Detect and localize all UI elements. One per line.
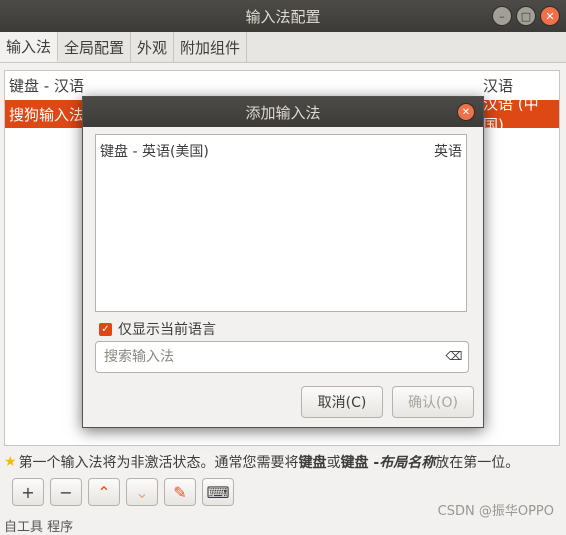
search-box[interactable]: ⌫ — [95, 341, 469, 373]
only-current-language-checkbox[interactable]: ✓ 仅显示当前语言 — [99, 319, 216, 339]
list-item-lang: 汉语 (中国) — [483, 95, 539, 134]
tab-appearance[interactable]: 外观 — [131, 32, 175, 62]
window-title: 输入法配置 — [245, 7, 321, 26]
window-controls: – □ ✕ — [492, 6, 560, 26]
hint-text: ★ 第一个输入法将为非激活状态。通常您需要将 键盘 或 键盘 - 布局名称 放在… — [4, 452, 564, 472]
hint-italic: 布局名称 — [379, 455, 436, 471]
tab-global-config[interactable]: 全局配置 — [58, 32, 132, 62]
star-icon: ★ — [4, 454, 17, 470]
hint-bold: 键盘 - — [340, 455, 380, 471]
checkmark-icon[interactable]: ✓ — [99, 322, 112, 336]
minimize-icon[interactable]: – — [492, 6, 512, 26]
list-item-name: 键盘 - 汉语 — [9, 76, 84, 95]
settings-tools-icon: ✎ — [173, 482, 187, 502]
close-icon[interactable]: ✕ — [540, 6, 560, 26]
tab-addons[interactable]: 附加组件 — [174, 32, 248, 62]
maximize-icon[interactable]: □ — [516, 6, 536, 26]
confirm-button[interactable]: 确认(O) — [392, 386, 474, 418]
dialog-title: 添加输入法 — [245, 103, 321, 122]
window-titlebar: 输入法配置 – □ ✕ — [0, 0, 566, 32]
available-methods-list[interactable]: 键盘 - 英语(美国) 英语 — [95, 134, 467, 312]
move-down-button[interactable]: ⌄ — [126, 478, 158, 506]
hint-bold: 键盘 — [298, 455, 327, 471]
add-input-method-dialog: 添加输入法 ✕ 键盘 - 英语(美国) 英语 ✓ 仅显示当前语言 ⌫ 取消(C)… — [82, 96, 484, 428]
checkbox-label: 仅显示当前语言 — [118, 322, 216, 338]
cancel-button[interactable]: 取消(C) — [301, 386, 383, 418]
configure-button[interactable]: ✎ — [164, 478, 196, 506]
list-item[interactable]: 键盘 - 英语(美国) 英语 — [100, 141, 464, 161]
remove-button[interactable]: − — [50, 478, 82, 506]
hint-part: 或 — [326, 455, 341, 471]
tab-input-method[interactable]: 输入法 — [0, 32, 59, 62]
clear-text-icon[interactable]: ⌫ — [446, 349, 463, 363]
method-name: 键盘 - 英语(美国) — [100, 144, 209, 160]
search-input[interactable] — [102, 348, 436, 366]
move-up-button[interactable]: ⌃ — [88, 478, 120, 506]
bottom-status-text: 自工具 程序 — [4, 520, 74, 535]
keyboard-layout-button[interactable]: ⌨ — [202, 478, 234, 506]
close-icon[interactable]: ✕ — [457, 103, 475, 121]
watermark: CSDN @振华OPPO — [437, 504, 554, 519]
tab-bar: 输入法 全局配置 外观 附加组件 — [0, 32, 566, 63]
list-toolbar: + − ⌃ ⌄ ✎ ⌨ — [12, 478, 234, 506]
hint-part: 放在第一位。 — [435, 455, 520, 471]
dialog-titlebar: 添加输入法 ✕ — [83, 97, 483, 127]
list-item-name: 搜狗输入法 — [9, 105, 85, 124]
method-lang: 英语 — [434, 144, 462, 160]
add-button[interactable]: + — [12, 478, 44, 506]
list-item[interactable]: 键盘 - 汉语 汉语 — [5, 71, 559, 99]
hint-part: 第一个输入法将为非激活状态。通常您需要将 — [18, 455, 299, 471]
